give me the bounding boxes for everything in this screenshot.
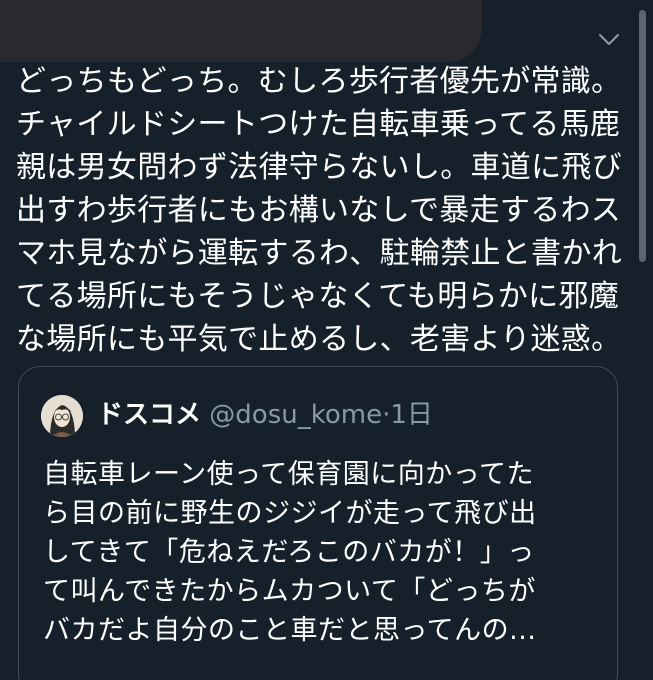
tweet-screen: どっちもどっち。むしろ歩行者優先が常識。 チャイルドシートつけた自転車乗ってる馬… (0, 0, 653, 680)
quote-author-name[interactable]: ドスコメ (97, 400, 201, 430)
chevron-down-icon[interactable] (596, 26, 622, 52)
quote-header: ドスコメ @dosu_kome·1日 (97, 397, 433, 433)
scrollbar[interactable] (639, 10, 646, 262)
quoted-tweet-card[interactable]: ドスコメ @dosu_kome·1日 自転車レーン使って保育園に向かってた ら目… (18, 366, 618, 680)
quote-author-handle[interactable]: @dosu_kome (209, 400, 382, 430)
redacted-header (0, 0, 482, 62)
tweet-text: どっちもどっち。むしろ歩行者優先が常識。 チャイルドシートつけた自転車乗ってる馬… (16, 64, 622, 357)
quote-timestamp[interactable]: 1日 (390, 400, 433, 430)
avatar-illustration (41, 395, 83, 437)
avatar[interactable] (41, 395, 83, 437)
quote-text: 自転車レーン使って保育園に向かってた ら目の前に野生のジジイが走って飛び出 して… (43, 459, 537, 646)
